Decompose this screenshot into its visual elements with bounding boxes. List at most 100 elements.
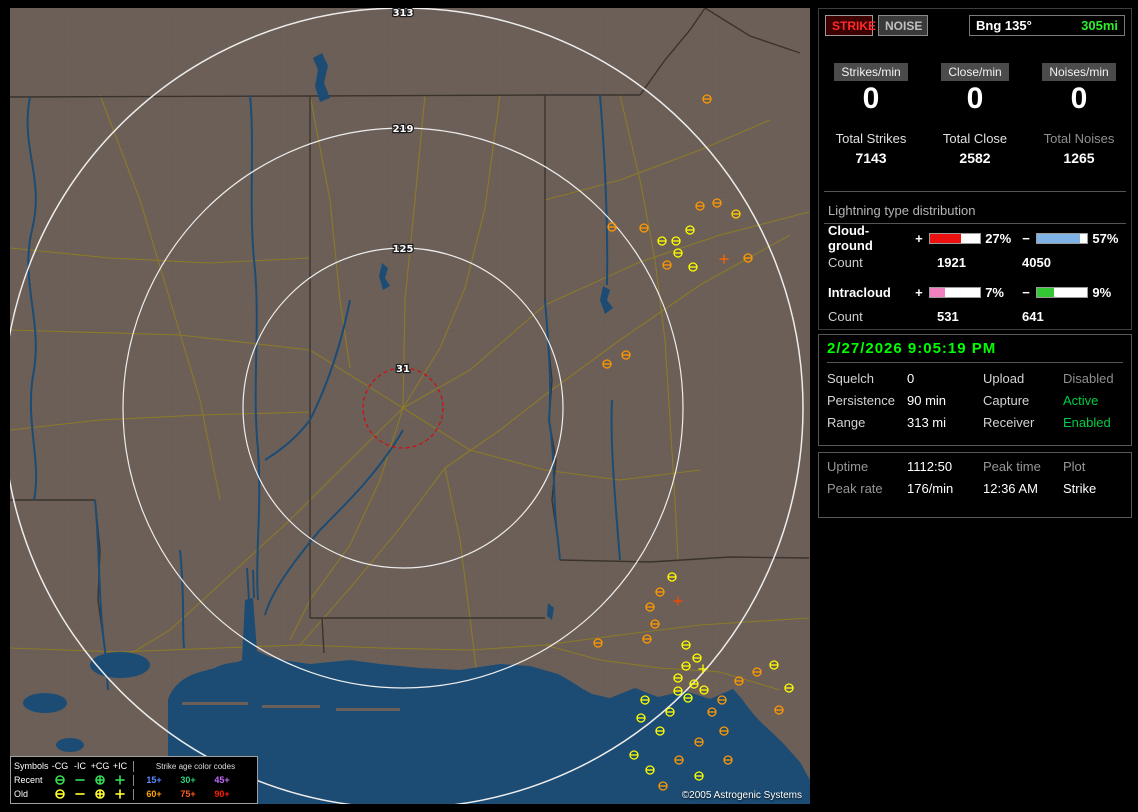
barrier-island (336, 708, 400, 711)
ic-pos-pct: 7% (985, 284, 1004, 300)
strike-button[interactable]: STRIKE (825, 15, 876, 36)
count-label: Count (828, 255, 863, 270)
lake (90, 652, 150, 678)
intracloud-count-row: Count 531 641 (828, 309, 1044, 324)
plus-sign: + (915, 230, 923, 246)
strikes-per-min-label: Strikes/min (834, 63, 908, 81)
ring-label-125: 125 (393, 244, 414, 255)
cg-pos-count: 1921 (937, 255, 966, 270)
setting-cell: Squelch (827, 371, 874, 386)
legend-rows: Recent 15+ 30+ 45+ Old 60+ 75+ 90+ (14, 773, 254, 801)
cloud-ground-label: Cloud-ground (828, 223, 873, 253)
ring-label-313: 313 (393, 8, 414, 19)
noise-button[interactable]: NOISE (878, 15, 928, 36)
setting-cell: Enabled (1063, 415, 1111, 430)
radar-map: 313 219 125 31 (10, 8, 810, 804)
ic-neg-pct: 9% (1092, 284, 1112, 300)
close-per-min: Close/min 0 (923, 63, 1027, 115)
lake (56, 738, 84, 752)
bearing-range: 305mi (1081, 18, 1118, 33)
legend-symbol-cm-icon (55, 775, 65, 785)
ic-neg-bar (1036, 286, 1089, 298)
legend-symbol-p-icon (115, 789, 125, 799)
age-code-45: 45+ (214, 775, 230, 785)
legend-symbol-m-icon (75, 779, 85, 781)
total-noises-label: Total Noises (1043, 131, 1115, 146)
close-per-min-label: Close/min (941, 63, 1009, 81)
legend-header: Symbols -CG -IC +CG +IC Strike age color… (14, 759, 254, 773)
legend-symbol-m-icon (75, 793, 85, 795)
noises-per-min-value: 0 (1070, 82, 1088, 115)
cg-neg-pct: 57% (1092, 230, 1119, 246)
total-noises: Total Noises 1265 (1027, 131, 1131, 166)
lake (23, 693, 67, 713)
stats-panel: STRIKE NOISE Bng 135° 305mi Strikes/min … (818, 8, 1132, 330)
strikes-per-min: Strikes/min 0 (819, 63, 923, 115)
total-noises-value: 1265 (1063, 150, 1095, 166)
close-per-min-value: 0 (966, 82, 984, 115)
cg-neg-bar (1036, 232, 1089, 244)
ic-pos-bar (929, 286, 982, 298)
age-code-15: 15+ (146, 775, 162, 785)
datetime-display: 2/27/2026 9:05:19 PM (827, 340, 1123, 363)
ic-pos-bar-fill (930, 287, 946, 297)
legend-symbol-cm-icon (55, 789, 65, 799)
section-divider (824, 191, 1126, 192)
strikes-per-min-value: 0 (862, 82, 880, 115)
legend-col-neg-ic: -IC (74, 761, 86, 771)
cg-neg-count: 4050 (1022, 255, 1051, 270)
legend-row-old: Old 60+ 75+ 90+ (14, 787, 254, 801)
bearing-label: Bng 135° (976, 18, 1032, 33)
legend-symbol-cp-icon (95, 789, 105, 799)
setting-cell: Active (1063, 393, 1099, 408)
legend-row-label: Recent (14, 775, 43, 785)
ring-label-219: 219 (393, 124, 414, 135)
legend-divider (133, 774, 134, 786)
legend-row-recent: Recent 15+ 30+ 45+ (14, 773, 254, 787)
barrier-island (182, 702, 248, 705)
status-cell: 1112:50 (907, 459, 953, 474)
status-cell: 12:36 AM (983, 481, 1038, 496)
noises-per-min-label: Noises/min (1042, 63, 1116, 81)
setting-cell: Persistence (827, 393, 895, 408)
barrier-island (262, 705, 320, 708)
ring-label-31: 31 (396, 364, 410, 375)
cg-pos-bar (929, 232, 982, 244)
cg-pos-bar-fill (930, 233, 962, 243)
legend-divider (133, 788, 134, 800)
settings-grid: Squelch 0 Upload Disabled Persistence 90 min C… (827, 371, 1123, 430)
count-label: Count (828, 309, 863, 324)
bearing-display: Bng 135° 305mi (969, 15, 1125, 36)
setting-cell: Receiver (983, 415, 1035, 430)
setting-cell: Capture (983, 393, 1030, 408)
age-code-60: 60+ (146, 789, 162, 799)
status-grid: Uptime 1112:50 Peak time Plot Peak rate 176/m… (827, 459, 1123, 496)
status-cell: Peak rate (827, 481, 883, 496)
age-code-90: 90+ (214, 789, 230, 799)
uptime-panel: Uptime 1112:50 Peak time Plot Peak rate 176/m… (818, 452, 1132, 518)
total-close: Total Close 2582 (923, 131, 1027, 166)
setting-cell: Disabled (1063, 371, 1114, 386)
legend-col-pos-cg: +CG (90, 761, 110, 771)
total-close-value: 2582 (959, 150, 991, 166)
noises-per-min: Noises/min 0 (1027, 63, 1131, 115)
ic-neg-bar-fill (1037, 287, 1055, 297)
total-strikes-value: 7143 (855, 150, 887, 166)
cloud-ground-count-row: Count 1921 4050 (828, 255, 1051, 270)
distribution-title: Lightning type distribution (828, 203, 976, 218)
datetime-settings-panel: 2/27/2026 9:05:19 PM Squelch 0 Upload Disab… (818, 334, 1132, 446)
mode-buttons: STRIKE NOISE Bng 135° 305mi (825, 15, 1125, 37)
legend-symbols-title: Symbols (14, 761, 49, 771)
legend-col-neg-cg: -CG (51, 761, 69, 771)
status-sidebar: STRIKE NOISE Bng 135° 305mi Strikes/min … (818, 8, 1132, 804)
legend-symbol-cp-icon (95, 775, 105, 785)
status-cell: Plot (1063, 459, 1086, 474)
total-close-label: Total Close (942, 131, 1008, 146)
total-strikes-label: Total Strikes (835, 131, 907, 146)
status-cell: Strike (1063, 481, 1097, 496)
totals-row: Total Strikes 7143 Total Close 2582 Tota… (819, 131, 1131, 166)
legend-divider (133, 760, 134, 772)
nexstorm-window: 313 219 125 31 Symbols -CG -IC +CG +IC S… (0, 0, 1138, 812)
intracloud-label: Intracloud (828, 284, 891, 300)
setting-cell: Upload (983, 371, 1025, 386)
